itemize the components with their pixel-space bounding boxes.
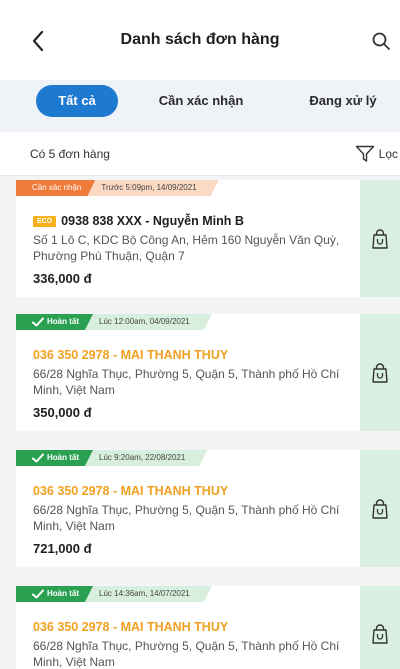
order-title: 036 350 2978 - MAI THANH THUY	[33, 484, 228, 498]
order-card[interactable]: Cần xác nhận Trước 5:09pm, 14/09/2021 EC…	[16, 180, 400, 297]
order-status-bar: Hoàn tất Lúc 12:00am, 04/09/2021	[16, 314, 212, 330]
status-label: Hoàn tất	[47, 589, 79, 598]
eco-tag: ECO	[33, 215, 57, 227]
shopping-bag-icon	[372, 362, 388, 383]
order-card[interactable]: Hoàn tất Lúc 9:20am, 22/08/2021 036 350 …	[16, 450, 400, 567]
tab-pending-confirmation[interactable]: Cần xác nhận	[150, 85, 252, 117]
order-action-button[interactable]	[360, 314, 400, 431]
status-label: Hoàn tất	[47, 317, 79, 326]
status-tabs: Tất cả Cần xác nhận Đang xử lý	[0, 80, 400, 132]
status-label: Hoàn tất	[47, 453, 79, 462]
order-title: 036 350 2978 - MAI THANH THUY	[33, 348, 228, 362]
app-header: Danh sách đơn hàng	[0, 0, 400, 80]
order-address: Số 1 Lô C, KDC Bộ Công An, Hẻm 160 Nguyễ…	[33, 233, 340, 263]
order-address: 66/28 Nghĩa Thục, Phường 5, Quận 5, Thàn…	[33, 639, 340, 669]
order-address: 66/28 Nghĩa Thục, Phường 5, Quận 5, Thàn…	[33, 503, 340, 533]
order-card[interactable]: Hoàn tất Lúc 14:36am, 14/07/2021 036 350…	[16, 586, 400, 669]
order-title: ECO 0938 838 XXX - Nguyễn Minh B	[33, 214, 244, 228]
funnel-icon	[355, 145, 374, 162]
status-badge: Hoàn tất	[16, 450, 93, 466]
checkmark-icon	[32, 317, 44, 327]
search-button[interactable]	[368, 28, 394, 54]
order-card[interactable]: Hoàn tất Lúc 12:00am, 04/09/2021 036 350…	[16, 314, 400, 431]
order-count: Có 5 đơn hàng	[30, 147, 110, 161]
customer-info: 0938 838 XXX - Nguyễn Minh B	[61, 214, 244, 228]
order-title: 036 350 2978 - MAI THANH THUY	[33, 620, 228, 634]
order-amount: 721,000 đ	[33, 541, 92, 556]
page-title: Danh sách đơn hàng	[120, 31, 280, 48]
order-time: Lúc 9:20am, 22/08/2021	[85, 450, 207, 466]
status-label: Cần xác nhận	[32, 183, 82, 192]
order-status-bar: Cần xác nhận Trước 5:09pm, 14/09/2021	[16, 180, 219, 196]
customer-info: 036 350 2978 - MAI THANH THUY	[33, 348, 229, 362]
checkmark-icon	[32, 589, 44, 599]
status-badge: Hoàn tất	[16, 314, 93, 330]
filter-label: Lọc	[378, 147, 398, 161]
order-time: Trước 5:09pm, 14/09/2021	[87, 180, 218, 196]
order-address: 66/28 Nghĩa Thục, Phường 5, Quận 5, Thàn…	[33, 367, 340, 397]
status-badge: Hoàn tất	[16, 586, 93, 602]
order-action-button[interactable]	[360, 586, 400, 669]
order-status-bar: Hoàn tất Lúc 14:36am, 14/07/2021	[16, 586, 212, 602]
shopping-bag-icon	[372, 623, 388, 644]
order-amount: 350,000 đ	[33, 405, 92, 420]
status-badge: Cần xác nhận	[16, 180, 95, 196]
customer-info: 036 350 2978 - MAI THANH THUY	[33, 484, 229, 498]
checkmark-icon	[32, 453, 44, 463]
order-action-button[interactable]	[360, 180, 400, 297]
order-time: Lúc 12:00am, 04/09/2021	[85, 314, 212, 330]
search-icon	[372, 32, 390, 50]
filter-button[interactable]: Lọc	[355, 144, 400, 164]
order-amount: 336,000 đ	[33, 271, 92, 286]
order-time: Lúc 14:36am, 14/07/2021	[85, 586, 212, 602]
tab-processing[interactable]: Đang xử lý	[296, 85, 390, 117]
shopping-bag-icon	[372, 498, 388, 519]
tab-all[interactable]: Tất cả	[36, 85, 118, 117]
order-status-bar: Hoàn tất Lúc 9:20am, 22/08/2021	[16, 450, 207, 466]
order-summary-bar: Có 5 đơn hàng Lọc	[0, 132, 400, 176]
customer-info: 036 350 2978 - MAI THANH THUY	[33, 620, 229, 634]
shopping-bag-icon	[372, 228, 388, 249]
order-action-button[interactable]	[360, 450, 400, 567]
